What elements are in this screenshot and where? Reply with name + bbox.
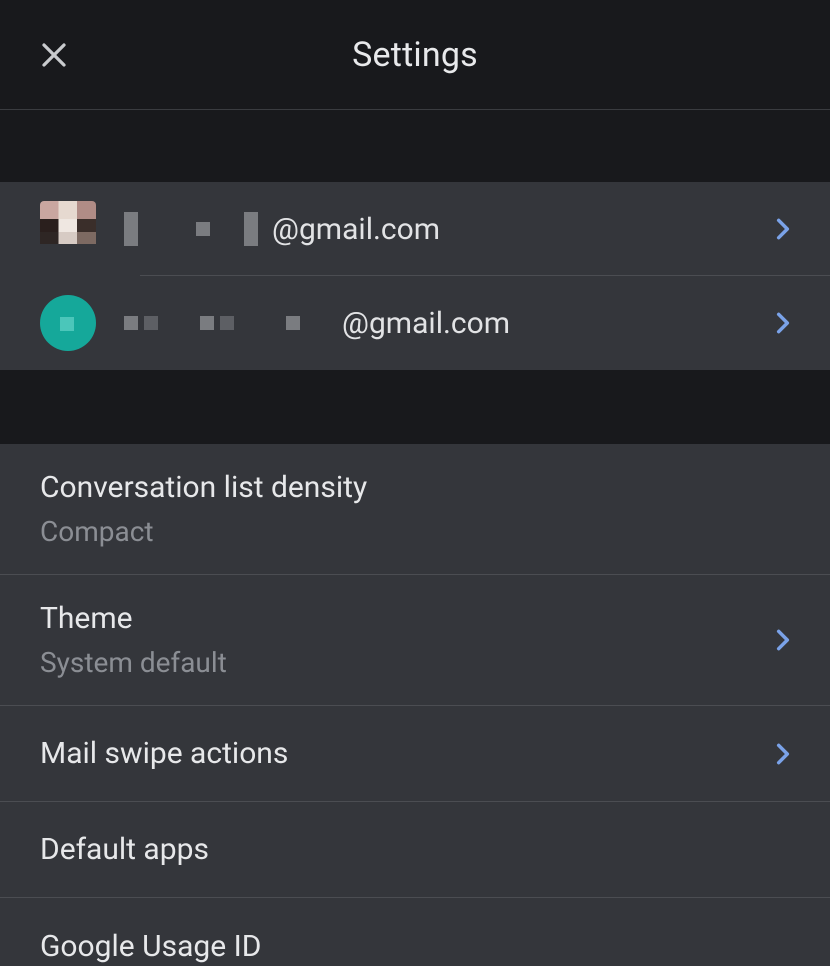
redacted-text xyxy=(124,316,158,330)
redacted-text xyxy=(196,222,210,236)
chevron-right-icon xyxy=(770,216,796,242)
account-row[interactable]: @gmail.com xyxy=(0,182,830,276)
redacted-text xyxy=(200,316,234,330)
setting-label: Default apps xyxy=(40,832,796,867)
avatar xyxy=(40,201,96,257)
section-gap xyxy=(0,110,830,182)
setting-label: Mail swipe actions xyxy=(40,736,758,771)
avatar xyxy=(40,295,96,351)
setting-google-usage-id[interactable]: Google Usage ID xyxy=(0,898,830,966)
setting-label: Theme xyxy=(40,601,758,636)
page-title: Settings xyxy=(0,35,830,75)
account-row[interactable]: @gmail.com xyxy=(0,276,830,370)
chevron-right-icon xyxy=(770,310,796,336)
setting-value: System default xyxy=(40,646,758,679)
setting-conversation-density[interactable]: Conversation list density Compact xyxy=(0,444,830,575)
setting-value: Compact xyxy=(40,515,796,548)
email-suffix: @gmail.com xyxy=(272,212,440,247)
setting-label: Conversation list density xyxy=(40,470,796,505)
general-settings-section: Conversation list density Compact Theme … xyxy=(0,444,830,966)
redacted-text xyxy=(124,212,138,246)
settings-header: Settings xyxy=(0,0,830,110)
setting-default-apps[interactable]: Default apps xyxy=(0,802,830,898)
accounts-section: @gmail.com @gmail.com xyxy=(0,182,830,370)
redacted-text xyxy=(286,316,300,330)
section-gap xyxy=(0,370,830,444)
redacted-text xyxy=(244,212,258,246)
close-button[interactable] xyxy=(36,37,72,73)
close-icon xyxy=(39,40,69,70)
chevron-right-icon xyxy=(770,741,796,767)
account-email: @gmail.com xyxy=(124,306,770,341)
account-email: @gmail.com xyxy=(124,212,770,247)
setting-theme[interactable]: Theme System default xyxy=(0,575,830,706)
chevron-right-icon xyxy=(770,627,796,653)
setting-mail-swipe-actions[interactable]: Mail swipe actions xyxy=(0,706,830,802)
email-suffix: @gmail.com xyxy=(342,306,510,341)
setting-label: Google Usage ID xyxy=(40,929,796,964)
